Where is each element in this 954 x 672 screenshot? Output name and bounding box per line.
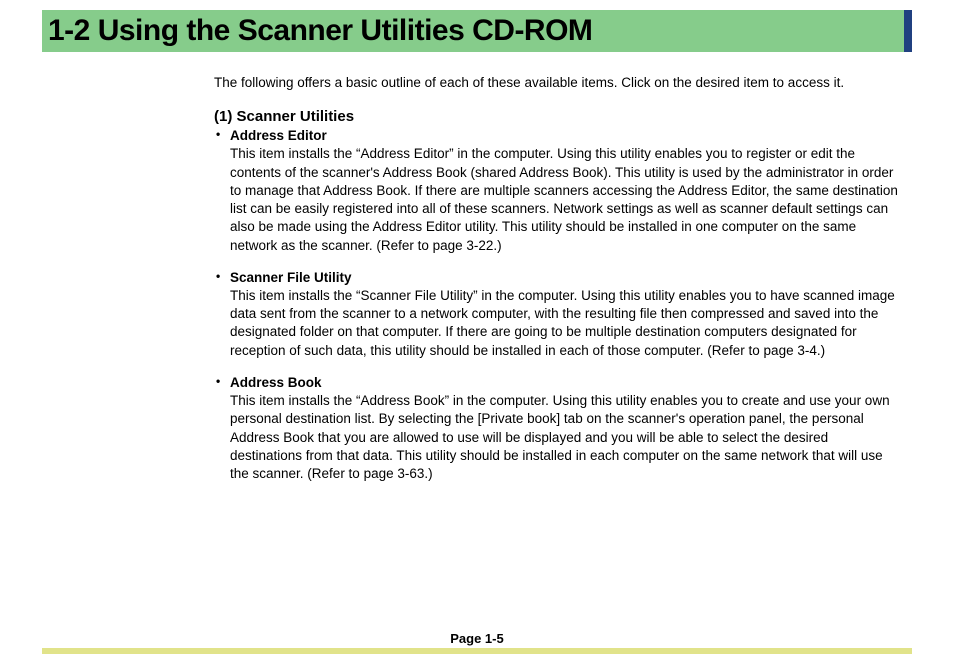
list-item[interactable]: • Address Book This item installs the “A… [214,374,902,483]
list-item[interactable]: • Address Editor This item installs the … [214,127,902,255]
item-body: This item installs the “Address Book” in… [230,392,902,483]
item-body: This item installs the “Scanner File Uti… [230,287,902,360]
content-area: The following offers a basic outline of … [214,74,902,483]
bullet-icon: • [216,127,220,141]
section-title: 1-2 Using the Scanner Utilities CD-ROM [48,14,904,48]
item-title: Address Book [230,374,902,392]
intro-text: The following offers a basic outline of … [214,74,902,92]
list-item[interactable]: • Scanner File Utility This item install… [214,269,902,360]
subsection-title: (1) Scanner Utilities [214,108,902,125]
item-title: Address Editor [230,127,902,145]
item-body: This item installs the “Address Editor” … [230,145,902,254]
bullet-icon: • [216,269,220,283]
item-title: Scanner File Utility [230,269,902,287]
section-title-bar: 1-2 Using the Scanner Utilities CD-ROM [42,10,912,52]
footer-divider [42,648,912,654]
bullet-icon: • [216,374,220,388]
page-number: Page 1-5 [432,631,522,646]
